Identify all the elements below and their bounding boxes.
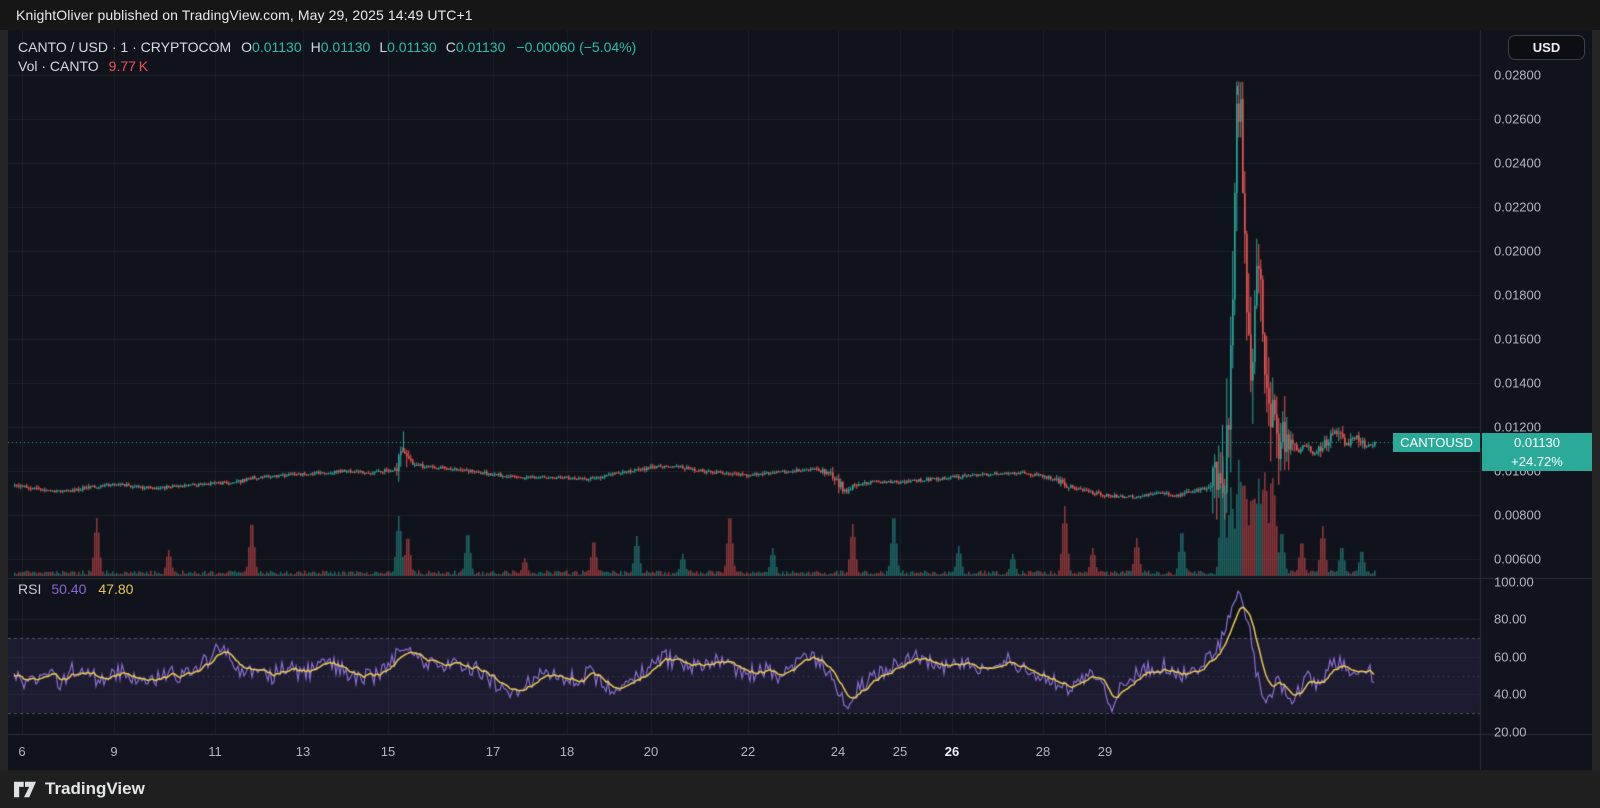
ohlc-low-value: 0.01130 [387,38,437,55]
ohlc-close-value: 0.01130 [455,38,506,55]
price-axis-label: 0.02600 [1494,111,1541,127]
ohlc-low: L0.01130 [379,39,436,55]
header-bar: KnightOliver published on TradingView.co… [0,0,1600,30]
footer-bar: TradingView [0,770,1600,808]
ohlc-open-value: 0.01130 [252,38,302,55]
symbol-legend-row: CANTO / USD · 1 · CRYPTOCOM O0.01130 H0.… [18,37,636,56]
ohlc-open: O0.01130 [241,39,301,55]
page: KnightOliver published on TradingView.co… [0,0,1600,808]
published-text: KnightOliver published on TradingView.co… [16,7,473,23]
ohlc-open-label: O [241,38,253,55]
time-axis-label: 18 [559,744,575,759]
chart-widget: CANTO / USD · 1 · CRYPTOCOM O0.01130 H0.… [8,30,1592,770]
price-axis-label: 0.01800 [1494,287,1541,303]
ohlc-high: H0.01130 [311,39,371,55]
time-axis-label: 24 [830,744,846,759]
price-axis-label: 0.01600 [1494,331,1541,347]
time-axis-label: 9 [110,744,118,759]
price-axis-label: 0.00800 [1494,507,1541,523]
price-line-value-tag: 0.01130 +24.72% [1482,433,1592,471]
time-axis-label: 13 [295,744,311,759]
price-axis-label: 0.02400 [1494,155,1541,171]
time-axis-label: 15 [380,744,396,759]
rsi-axis-label: 20.00 [1494,724,1527,740]
tradingview-brand[interactable]: TradingView [45,779,145,799]
price-axis-label: 0.02800 [1494,67,1541,83]
rsi-axis-label: 60.00 [1494,649,1527,665]
rsi-ma-value: 47.80 [98,581,134,597]
price-axis-label: 0.02200 [1494,199,1541,215]
time-axis-label: 22 [740,744,756,759]
ohlc-close-label: C [445,38,456,55]
volume-legend-row: Vol · CANTO 9.77 K [18,56,636,75]
ohlc-close: C0.01130 [446,39,506,55]
price-line-symbol-tag: CANTOUSD [1393,433,1480,452]
symbol-title[interactable]: CANTO / USD · 1 · CRYPTOCOM [18,39,231,55]
symbol-legend: CANTO / USD · 1 · CRYPTOCOM O0.01130 H0.… [18,37,636,75]
price-line-price: 0.01130 [1513,435,1561,450]
rsi-axis-label: 80.00 [1494,611,1527,627]
time-axis-label: 28 [1035,744,1051,759]
time-axis-label: 29 [1097,744,1113,759]
chart-canvas[interactable] [8,30,1592,770]
change-text: −0.00060 (−5.04%) [516,38,637,55]
price-axis-label: 0.00600 [1494,551,1541,567]
price-axis-label: 0.02000 [1494,243,1541,259]
rsi-legend: RSI 50.40 47.80 [18,580,133,598]
price-axis-label: 0.01400 [1494,375,1541,391]
time-axis-label: 26 [944,744,960,759]
volume-label[interactable]: Vol · CANTO [18,58,99,74]
volume-value: 9.77 K [108,57,149,74]
time-axis-label: 6 [18,744,26,759]
rsi-axis-label: 40.00 [1494,686,1527,702]
tradingview-logo-icon[interactable] [14,781,36,798]
rsi-axis-label: 100.00 [1494,574,1534,590]
rsi-value: 50.40 [51,581,87,597]
time-axis-label: 20 [643,744,659,759]
ohlc-high-value: 0.01130 [320,38,371,55]
ohlc-low-label: L [379,38,388,55]
currency-button[interactable]: USD [1508,35,1585,60]
ohlc-high-label: H [310,38,321,55]
rsi-label[interactable]: RSI [18,581,41,597]
time-axis-label: 17 [485,744,501,759]
time-axis-label: 11 [208,744,222,759]
price-line-change: +24.72% [1511,454,1563,469]
time-axis-label: 25 [892,744,908,759]
